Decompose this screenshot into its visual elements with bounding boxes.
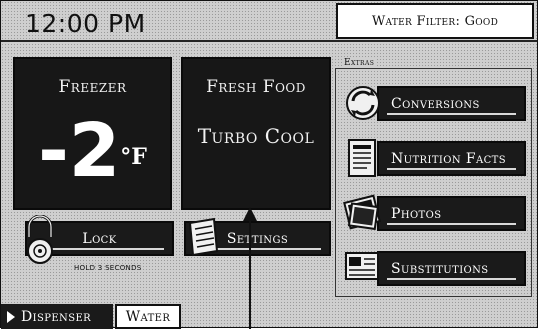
freezer-temperature: -2°F (15, 111, 170, 191)
fresh-food-title: Fresh Food (206, 77, 306, 97)
fresh-food-panel[interactable]: Fresh Food Turbo Cool (181, 57, 331, 210)
water-filter-status[interactable]: Water Filter: Good (336, 3, 534, 39)
freezer-panel[interactable]: Freezer -2°F (13, 57, 172, 210)
photos-button-label: Photos (391, 205, 442, 222)
extras-label: Extras (344, 58, 377, 68)
clock: 12:00 PM (25, 9, 146, 38)
nutrition-facts-button-label: Nutrition Facts (391, 150, 506, 167)
lock-button-label: Lock (82, 230, 117, 247)
refrigerator-screen: 12:00 PM Water Filter: Good Freezer -2°F… (0, 0, 538, 329)
nutrition-facts-button[interactable]: Nutrition Facts (377, 141, 526, 176)
conversions-button-label: Conversions (391, 95, 480, 112)
conversions-icon (346, 86, 380, 120)
lock-hold-hint: HOLD 3 SECONDS (74, 264, 142, 272)
freezer-title: Freezer (58, 77, 127, 97)
dispenser-button[interactable]: Dispenser (1, 304, 113, 329)
freezer-temperature-value: -2 (38, 108, 121, 194)
fresh-food-mode: Turbo Cool (197, 124, 315, 148)
freezer-temperature-unit: °F (120, 144, 147, 170)
dispenser-label: Dispenser (21, 308, 92, 325)
play-triangle-icon (7, 310, 15, 323)
conversions-button[interactable]: Conversions (377, 86, 526, 121)
photos-button[interactable]: Photos (377, 196, 526, 231)
substitutions-button-label: Substitutions (391, 260, 489, 277)
pointer-arrow-line (249, 213, 251, 329)
nutrition-facts-icon (348, 139, 376, 177)
settings-button-label: Settings (226, 230, 289, 247)
photos-icon (343, 194, 381, 231)
header-divider (1, 40, 537, 42)
substitutions-button[interactable]: Substitutions (377, 251, 526, 286)
notepad-icon (188, 217, 219, 257)
padlock-icon (27, 215, 53, 264)
dispenser-mode-water[interactable]: Water (115, 304, 181, 329)
substitutions-icon (345, 252, 379, 280)
